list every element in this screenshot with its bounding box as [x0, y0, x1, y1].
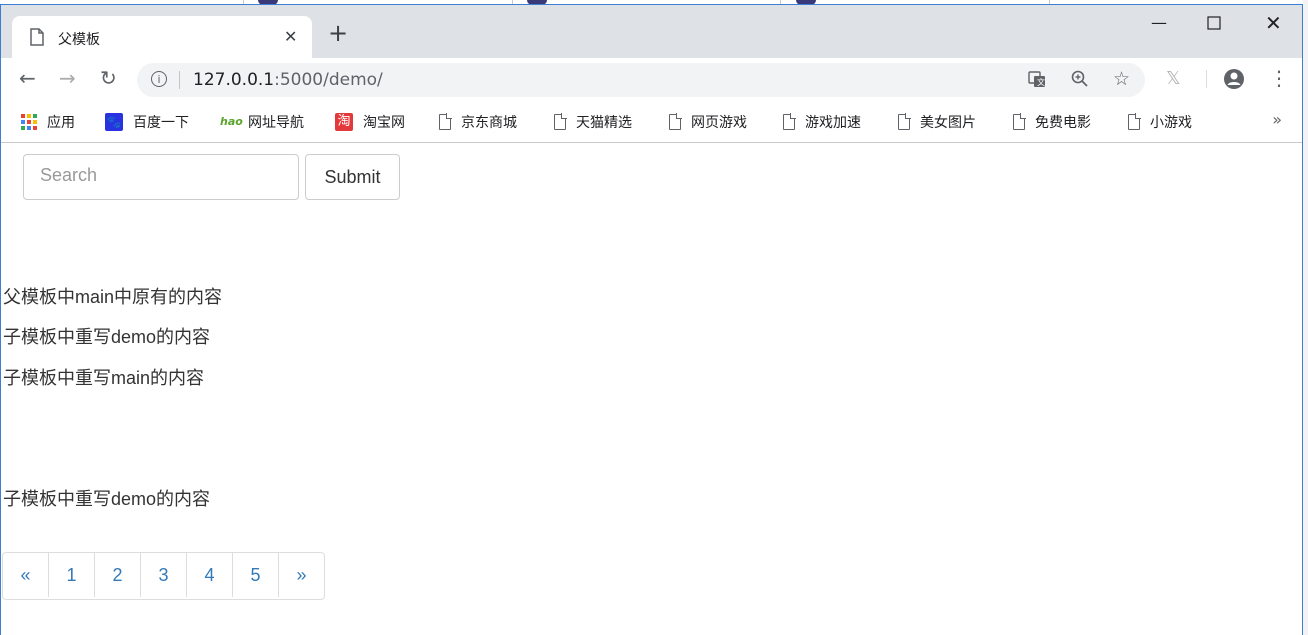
pagination: « 1 2 3 4 5 »	[2, 552, 325, 600]
bookmark-label: 天猫精选	[576, 115, 632, 131]
bookmark-label: 小游戏	[1150, 115, 1192, 131]
close-window-icon[interactable]: ✕	[1265, 11, 1282, 35]
pagination-page-3[interactable]: 3	[140, 553, 186, 597]
bookmarks-overflow-icon[interactable]: »	[1272, 110, 1282, 129]
bookmark-hao[interactable]: hao 网址导航	[220, 112, 304, 132]
menu-kebab-icon[interactable]: ⋮	[1269, 66, 1289, 90]
pagination-page-5[interactable]: 5	[232, 553, 278, 597]
maximize-icon[interactable]	[1207, 15, 1221, 34]
browser-window: 父模板 ✕ + — ✕ ← → ↻ i 127.0.0.1:5000/demo/…	[0, 4, 1303, 635]
bookmark-label: 美女图片	[920, 115, 976, 131]
pagination-prev[interactable]: «	[3, 553, 48, 597]
page-icon	[669, 113, 682, 130]
main-content-text: 父模板中main中原有的内容	[3, 287, 223, 307]
bookmark-minigames[interactable]: 小游戏	[1128, 112, 1192, 132]
bookmark-label: 网址导航	[248, 115, 304, 131]
apps-icon	[21, 114, 37, 130]
profile-avatar-icon[interactable]	[1223, 68, 1245, 95]
bookmark-star-icon[interactable]: ☆	[1113, 68, 1130, 90]
bookmark-game-accel[interactable]: 游戏加速	[783, 112, 861, 132]
bookmark-jd[interactable]: 京东商城	[439, 112, 517, 132]
page-icon	[439, 113, 452, 130]
new-tab-icon[interactable]: +	[328, 21, 348, 45]
bookmark-label: 应用	[47, 115, 75, 131]
zoom-icon[interactable]	[1071, 70, 1089, 93]
demo-override-text: 子模板中重写demo的内容	[3, 489, 211, 509]
bookmark-apps[interactable]: 应用	[21, 112, 75, 132]
minimize-icon[interactable]: —	[1151, 13, 1167, 32]
page-icon	[554, 113, 567, 130]
bookmark-taobao[interactable]: 淘 淘宝网	[335, 112, 405, 132]
bookmark-label: 网页游戏	[691, 115, 747, 131]
tab-bar: 父模板 ✕ + — ✕	[1, 5, 1302, 59]
pagination-page-4[interactable]: 4	[186, 553, 232, 597]
url-path: :5000/demo/	[274, 70, 383, 90]
bookmark-tmall[interactable]: 天猫精选	[554, 112, 632, 132]
bookmark-label: 游戏加速	[805, 115, 861, 131]
page-icon	[783, 113, 796, 130]
address-toolbar: ← → ↻ i 127.0.0.1:5000/demo/ 文 ☆ 𝕏 ⋮	[1, 58, 1302, 102]
taobao-icon: 淘	[335, 113, 353, 131]
page-content: Search Submit 父模板中main中原有的内容 子模板中重写demo的…	[1, 143, 1302, 635]
url-text: 127.0.0.1:5000/demo/	[193, 70, 383, 90]
demo-override-text: 子模板中重写demo的内容	[3, 327, 211, 347]
tab-title: 父模板	[58, 32, 100, 48]
bookmark-label: 百度一下	[133, 115, 189, 131]
tab-close-icon[interactable]: ✕	[284, 27, 297, 46]
search-input[interactable]: Search	[23, 154, 299, 200]
translate-icon[interactable]: 文	[1028, 70, 1046, 93]
site-info-icon[interactable]: i	[151, 71, 167, 87]
bookmark-movies[interactable]: 免费电影	[1013, 112, 1091, 132]
toolbar-divider	[1206, 70, 1207, 88]
baidu-paw-icon: 🐾	[105, 113, 123, 131]
bookmark-label: 免费电影	[1035, 115, 1091, 131]
pagination-page-2[interactable]: 2	[94, 553, 140, 597]
bookmark-baidu[interactable]: 🐾 百度一下	[105, 112, 189, 132]
bookmark-pictures[interactable]: 美女图片	[898, 112, 976, 132]
forward-icon[interactable]: →	[59, 68, 76, 88]
page-icon	[898, 113, 911, 130]
tab-active[interactable]: 父模板 ✕	[12, 16, 312, 59]
page-icon	[1013, 113, 1026, 130]
pagination-next[interactable]: »	[278, 553, 324, 597]
background-window-edge	[1303, 0, 1308, 635]
url-host: 127.0.0.1	[193, 70, 275, 90]
back-icon[interactable]: ←	[19, 68, 36, 88]
main-override-text: 子模板中重写main的内容	[3, 368, 205, 388]
bookmarks-bar: 应用 🐾 百度一下 hao 网址导航 淘 淘宝网 京东商城 天猫精选 网页游戏 …	[1, 102, 1302, 143]
bookmark-webgames[interactable]: 网页游戏	[669, 112, 747, 132]
bookmark-label: 淘宝网	[363, 115, 405, 131]
page-icon	[30, 28, 44, 46]
page-icon	[1128, 113, 1141, 130]
reload-icon[interactable]: ↻	[100, 68, 117, 88]
address-separator	[179, 71, 180, 89]
pagination-page-1[interactable]: 1	[48, 553, 94, 597]
svg-text:文: 文	[1037, 77, 1045, 87]
extension-icon[interactable]: 𝕏	[1166, 68, 1181, 89]
submit-button[interactable]: Submit	[305, 154, 400, 200]
hao-icon: hao	[220, 115, 243, 128]
bookmark-label: 京东商城	[461, 115, 517, 131]
address-bar[interactable]: i 127.0.0.1:5000/demo/ 文 ☆	[137, 63, 1145, 97]
